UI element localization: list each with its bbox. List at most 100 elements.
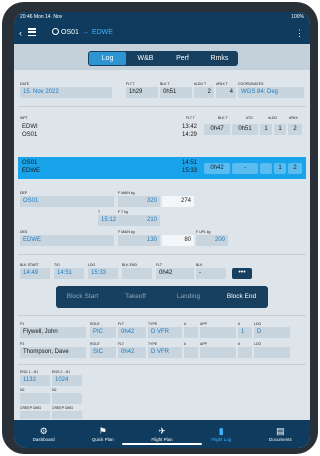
segment-block-start[interactable]: Block Start	[56, 286, 109, 308]
tab-quick-plan-label: Quick Plan	[91, 437, 114, 442]
role-header: ROLE	[90, 322, 100, 326]
tab-bar: Log W&B Perf Rmks	[14, 44, 310, 70]
tab-flight-log-label: Flight Log	[211, 437, 232, 442]
crew-count[interactable]	[184, 347, 198, 358]
tab-documents-label: Documents	[269, 437, 292, 442]
crew-count-header: #	[184, 322, 186, 326]
landing-field[interactable]: 15:33	[88, 268, 118, 279]
crew-name[interactable]: Thompson, Dave	[20, 347, 86, 358]
tab-wb[interactable]: W&B	[127, 51, 164, 66]
leg-ldg-count: 1	[274, 124, 286, 135]
takeoff-field[interactable]: 14:51	[54, 268, 84, 279]
segment-block-end[interactable]: Block End	[215, 286, 268, 308]
crew-app[interactable]	[200, 327, 236, 338]
crew-flt[interactable]: 0h42	[118, 327, 146, 338]
dep-ft-field[interactable]: 210	[118, 215, 160, 226]
tablet-frame: 20:46 Mon 14. Nov 100% ‹ OS01 → EDWE ⋮ Log…	[2, 2, 318, 454]
ldg-total-field: 2	[194, 87, 214, 98]
crew-type-header: TYPE	[148, 342, 158, 346]
menu-icon[interactable]	[28, 28, 36, 37]
blk-end-label: BLK END	[122, 263, 137, 267]
creep1-field[interactable]	[20, 411, 50, 419]
dep-fmain-field[interactable]: 320	[118, 196, 160, 207]
leg-blk-time: -	[232, 163, 258, 174]
dep-fmain-label: F MAIN kg	[118, 191, 135, 195]
leg-off-time: 14:51	[182, 160, 198, 166]
takeoff-label: T/O	[54, 263, 60, 267]
more-options-icon[interactable]: ⋮	[295, 27, 304, 39]
blk-total-field: 0h51	[160, 87, 192, 98]
crew-role[interactable]: PIC	[90, 327, 116, 338]
tab-log[interactable]: Log	[89, 52, 126, 65]
leg-to: OS01	[22, 132, 38, 138]
des-fupl-field[interactable]: 200	[196, 235, 228, 246]
crew-ldg[interactable]	[254, 347, 290, 358]
tab-perf[interactable]: Perf	[164, 51, 201, 66]
crew-role[interactable]: SIC	[90, 347, 116, 358]
crew-type[interactable]: D VFR	[148, 347, 182, 358]
leg-row-selected[interactable]: OS01 EDWE 14:51 15:33 0h42 - 1 2	[18, 157, 306, 179]
route-destination: EDWE	[91, 29, 113, 36]
coordinates-label: COORDINATES	[238, 82, 264, 86]
tab-documents[interactable]: ▤ Documents	[251, 420, 310, 448]
date-label: DATE	[20, 82, 30, 86]
landing-label: LDG	[88, 263, 96, 267]
dep-field[interactable]: OS01	[20, 196, 114, 207]
segment-landing[interactable]: Landing	[162, 286, 215, 308]
battery-indicator: 100%	[291, 14, 304, 20]
more-button[interactable]: •••	[232, 268, 252, 279]
crew-count2[interactable]	[238, 347, 252, 358]
creep1-label: CREEP DMG	[20, 406, 42, 410]
creep2-field[interactable]	[52, 411, 82, 419]
date-field[interactable]: 15. Nov 2022	[20, 87, 112, 98]
crew-flt-header: FLT	[118, 342, 124, 346]
route-arrow-icon: →	[81, 29, 89, 36]
crew-ldg[interactable]: D	[254, 327, 290, 338]
blk-end-field[interactable]	[122, 268, 152, 279]
crew-count[interactable]	[184, 327, 198, 338]
eng2-field[interactable]: 1024	[52, 375, 82, 386]
tab-dashboard[interactable]: ⚙ Dashboard	[14, 420, 73, 448]
crew-type-header: TYPE	[148, 322, 158, 326]
crew-type[interactable]: D VFR	[148, 327, 182, 338]
crew-count2[interactable]: 1	[238, 327, 252, 338]
des-field[interactable]: EDWE	[20, 235, 114, 246]
crew-count2-header: #	[238, 322, 240, 326]
n2b-label: N2	[52, 388, 57, 392]
status-time: 20:46 Mon 14. Nov	[20, 14, 63, 20]
status-bar: 20:46 Mon 14. Nov 100%	[14, 12, 310, 22]
dep-time-label: T	[98, 210, 101, 214]
eng2-label: ENG 2 - N1	[52, 370, 71, 374]
dep-time-field[interactable]: 15:12	[98, 215, 118, 226]
flt-field: 0h42	[156, 268, 194, 279]
leg-off-time: 13:42	[182, 124, 198, 130]
pax-total-label: #PAX T	[216, 82, 228, 86]
eng1-label: ENG 1 - N1	[20, 370, 39, 374]
tab-rmks[interactable]: Rmks	[201, 51, 238, 66]
crew-flt[interactable]: 0h42	[118, 347, 146, 358]
tab-dashboard-label: Dashboard	[32, 437, 55, 442]
gears-icon: ⚙	[39, 426, 48, 436]
log-icon: ▮	[218, 426, 224, 436]
eng1-field[interactable]: 1132	[20, 375, 50, 386]
back-chevron-icon[interactable]: ‹	[19, 27, 22, 39]
des-fmain-field[interactable]: 130	[118, 235, 160, 246]
blk-start-label: BLK START	[20, 263, 39, 267]
coordinates-field[interactable]: WGS 84: Deg	[238, 87, 304, 98]
plane-icon: ✈	[158, 426, 166, 436]
des-fupl-label: F UPL kg	[196, 230, 211, 234]
leg-to-count	[260, 163, 272, 174]
crew-app[interactable]	[200, 347, 236, 358]
crew-name[interactable]: Flywell, John	[20, 327, 86, 338]
leg-ldg-header: #LDG	[268, 116, 278, 120]
n2b-field[interactable]	[52, 393, 82, 404]
dep-label: DEP	[20, 191, 28, 195]
segment-takeoff[interactable]: Takeoff	[109, 286, 162, 308]
title-bar: ‹ OS01 → EDWE ⋮	[14, 22, 310, 44]
blk-start-field[interactable]: 14:49	[20, 268, 50, 279]
des-fmain-label: F MAIN kg	[118, 230, 135, 234]
blk-field: -	[196, 268, 226, 279]
leg-on-time: 15:33	[182, 168, 198, 174]
n2-field[interactable]	[20, 393, 50, 404]
leg-flt-header: FLT T	[186, 116, 195, 120]
